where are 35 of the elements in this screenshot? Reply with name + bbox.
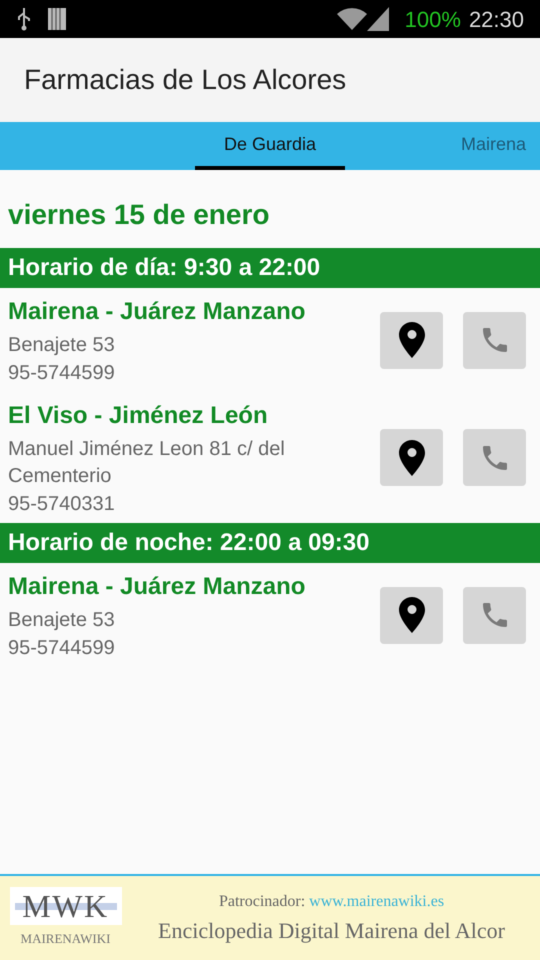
call-button[interactable] (463, 429, 526, 486)
wifi-icon (336, 8, 367, 30)
pharmacy-phone: 95-5744599 (8, 361, 116, 386)
schedule-header: Horario de día: 9:30 a 22:00 (0, 248, 540, 288)
usb-icon (16, 7, 32, 31)
banner-tagline: Enciclopedia Digital Mairena del Alcor (158, 916, 505, 945)
storage-icon (48, 8, 66, 30)
app-title: Farmacias de Los Alcores (24, 63, 346, 97)
pharmacy-phone: 95-5744599 (8, 636, 116, 661)
call-button[interactable] (463, 312, 526, 368)
sponsor-link[interactable]: www.mairenawiki.es (309, 892, 444, 910)
map-pin-icon (398, 597, 424, 633)
schedule-header: Horario de noche: 22:00 a 09:30 (0, 523, 540, 563)
pharmacy-address: Manuel Jiménez Leon 81 c/ del Cementerio (8, 437, 286, 489)
pharmacy-name: Mairena - Juárez Manzano (8, 572, 306, 602)
sponsor-text: Patrocinador: www.mairenawiki.es (218, 892, 444, 912)
map-pin-icon (398, 322, 424, 358)
tab[interactable]: De Guardia (195, 122, 345, 170)
pharmacy-name: El Viso - Jiménez León (8, 401, 269, 431)
date-heading: viernes 15 de enero (7, 198, 270, 232)
tab[interactable]: Mairena (457, 122, 530, 170)
logo: MWK (10, 887, 122, 926)
logo-caption: MAIRENAWIKI (20, 930, 110, 948)
map-pin-icon (398, 440, 424, 476)
pharmacy-name: Mairena - Juárez Manzano (8, 297, 306, 327)
clock: 22:30 (468, 6, 524, 34)
signal-icon (366, 7, 389, 31)
map-button[interactable] (380, 429, 443, 486)
call-button[interactable] (463, 586, 526, 644)
map-button[interactable] (380, 312, 443, 368)
pharmacy-address: Benajete 53 (8, 333, 116, 358)
pharmacy-address: Benajete 53 (8, 608, 116, 633)
pharmacy-phone: 95-5740331 (8, 492, 116, 517)
map-button[interactable] (380, 586, 443, 644)
battery-level: 100% (404, 6, 461, 34)
